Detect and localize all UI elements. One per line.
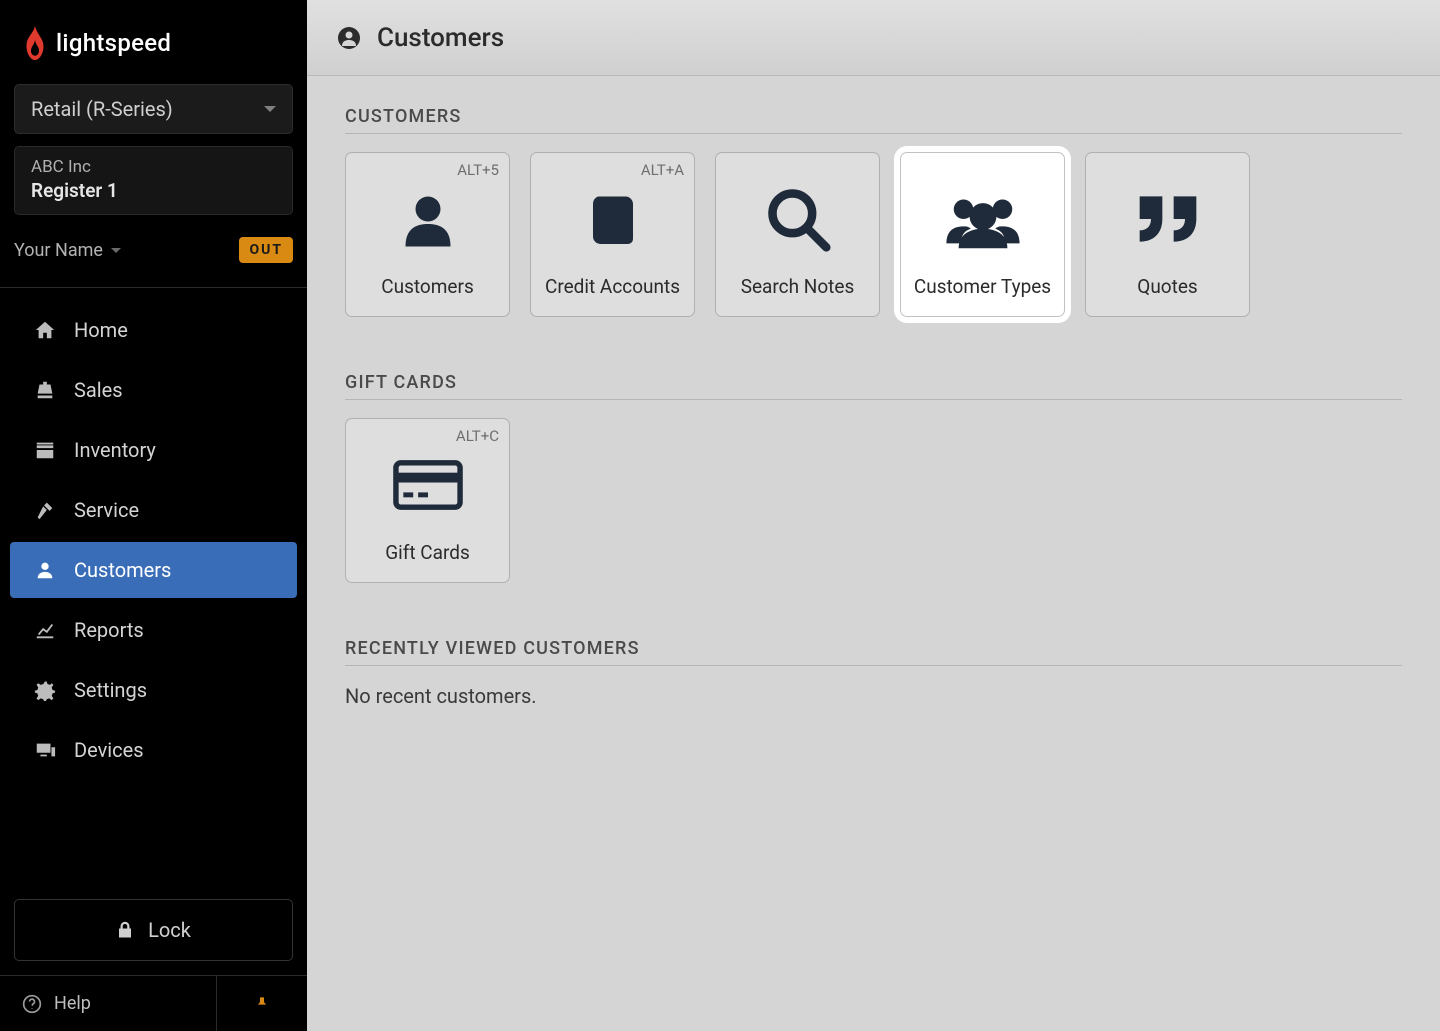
nav-item-settings[interactable]: Settings [10, 662, 297, 718]
help-label: Help [54, 993, 91, 1014]
user-menu[interactable]: Your Name [14, 240, 121, 261]
flame-icon [22, 26, 48, 60]
brand-text: lightspeed [56, 29, 171, 57]
nav-label: Settings [74, 678, 147, 702]
company-name: ABC Inc [31, 157, 276, 177]
nav-item-reports[interactable]: Reports [10, 602, 297, 658]
person-icon [34, 559, 56, 581]
tile-label: Customers [381, 275, 474, 298]
lock-button[interactable]: Lock [14, 899, 293, 961]
chevron-down-icon [111, 248, 121, 253]
help-button[interactable]: Help [0, 976, 217, 1031]
help-icon [22, 994, 42, 1014]
sidebar-footer: Help [0, 975, 307, 1031]
lock-icon [116, 920, 134, 940]
pin-button[interactable] [217, 976, 307, 1031]
tile-label: Quotes [1137, 275, 1197, 298]
nav-item-customers[interactable]: Customers [10, 542, 297, 598]
nav-label: Service [74, 498, 139, 522]
devices-icon [34, 739, 56, 761]
tile-credit-accounts[interactable]: ALT+A Credit Accounts [530, 152, 695, 317]
section-title-gift-cards: GIFT CARDS [345, 372, 1402, 400]
inventory-icon [34, 439, 56, 461]
register-name: Register 1 [31, 179, 276, 202]
divider [0, 287, 307, 288]
tile-label: Search Notes [741, 275, 855, 298]
main-nav: Home Sales Inventory Service Customers R… [0, 298, 307, 885]
nav-item-sales[interactable]: Sales [10, 362, 297, 418]
group-icon [944, 173, 1022, 265]
nav-item-service[interactable]: Service [10, 482, 297, 538]
lock-label: Lock [148, 918, 191, 942]
home-icon [34, 319, 56, 341]
tile-label: Credit Accounts [545, 275, 680, 298]
nav-item-devices[interactable]: Devices [10, 722, 297, 778]
nav-item-inventory[interactable]: Inventory [10, 422, 297, 478]
search-icon [764, 173, 832, 265]
register-selector[interactable]: ABC Inc Register 1 [14, 146, 293, 215]
tile-gift-cards[interactable]: ALT+C Gift Cards [345, 418, 510, 583]
nav-label: Inventory [74, 438, 156, 462]
book-icon [583, 173, 643, 265]
quote-icon [1134, 173, 1202, 265]
topbar: Customers [307, 0, 1440, 76]
sidebar: lightspeed Retail (R-Series) ABC Inc Reg… [0, 0, 307, 1031]
person-icon [398, 173, 458, 265]
tile-search-notes[interactable]: Search Notes [715, 152, 880, 317]
brand-logo: lightspeed [0, 0, 307, 78]
tile-customer-types[interactable]: Customer Types [900, 152, 1065, 317]
tile-label: Customer Types [914, 275, 1051, 298]
section-title-recent: RECENTLY VIEWED CUSTOMERS [345, 638, 1402, 666]
customers-tiles: ALT+5 Customers ALT+A Credit Accounts Se… [345, 152, 1402, 317]
user-menu-row: Your Name OUT [14, 237, 293, 263]
user-name: Your Name [14, 240, 103, 261]
card-icon [391, 439, 465, 531]
shortcut-label: ALT+A [641, 161, 684, 179]
person-icon [337, 26, 361, 50]
gear-icon [34, 679, 56, 701]
tile-label: Gift Cards [385, 541, 470, 564]
nav-item-home[interactable]: Home [10, 302, 297, 358]
shortcut-label: ALT+C [456, 427, 499, 445]
clock-status-badge[interactable]: OUT [239, 237, 293, 263]
tile-quotes[interactable]: Quotes [1085, 152, 1250, 317]
register-icon [34, 379, 56, 401]
nav-label: Devices [74, 738, 144, 762]
tile-customers[interactable]: ALT+5 Customers [345, 152, 510, 317]
nav-label: Customers [74, 558, 171, 582]
product-selector[interactable]: Retail (R-Series) [14, 84, 293, 134]
main-area: Customers CUSTOMERS ALT+5 Customers ALT+… [307, 0, 1440, 1031]
shortcut-label: ALT+5 [457, 161, 499, 179]
chart-icon [34, 619, 56, 641]
section-title-customers: CUSTOMERS [345, 106, 1402, 134]
hammer-icon [34, 499, 56, 521]
gift-cards-tiles: ALT+C Gift Cards [345, 418, 1402, 583]
nav-label: Reports [74, 618, 144, 642]
chevron-down-icon [264, 106, 276, 112]
product-selector-label: Retail (R-Series) [31, 97, 173, 121]
recent-empty-text: No recent customers. [345, 684, 1402, 708]
nav-label: Home [74, 318, 128, 342]
content: CUSTOMERS ALT+5 Customers ALT+A Credit A… [307, 76, 1440, 738]
pin-icon [254, 994, 270, 1014]
nav-label: Sales [74, 378, 123, 402]
page-title: Customers [377, 23, 504, 53]
